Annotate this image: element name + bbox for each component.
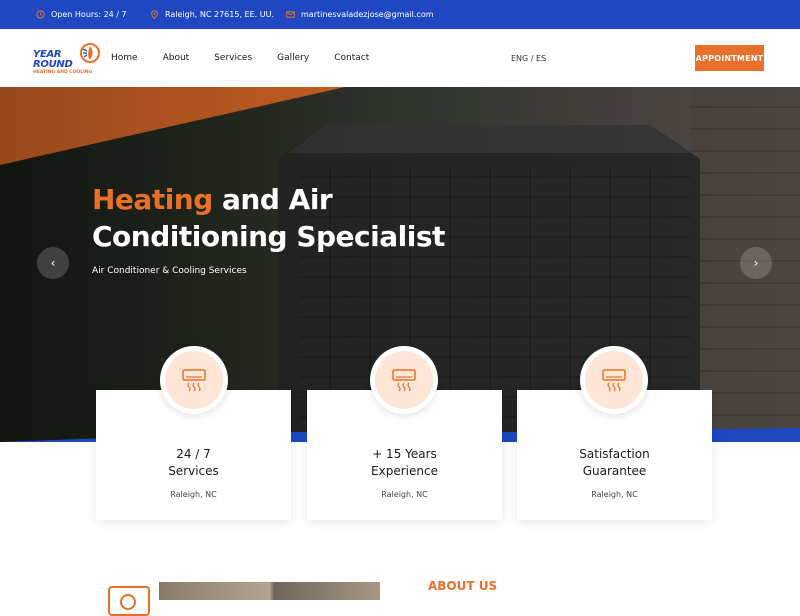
air-conditioner-icon: [182, 369, 206, 392]
slider-prev-button[interactable]: ‹: [37, 247, 69, 279]
air-conditioner-icon: [392, 369, 416, 392]
language-switcher[interactable]: ENG / ES: [511, 29, 546, 87]
feature-title-line1: + 15 Years: [372, 447, 437, 461]
logo[interactable]: YEAR ROUND HEATING AND COOLING: [33, 40, 105, 76]
feature-badge: [370, 346, 438, 414]
feature-title: 24 / 7 Services: [96, 446, 291, 480]
logo-text-round: ROUND: [33, 59, 73, 70]
hero-title-accent: Heating: [92, 183, 213, 216]
feature-location: Raleigh, NC: [381, 490, 428, 499]
nav-about[interactable]: About: [163, 53, 190, 63]
logo-flame-snowflake-icon: [80, 43, 100, 63]
feature-title-line1: 24 / 7: [176, 447, 211, 461]
logo-tagline: HEATING AND COOLING: [33, 70, 93, 75]
address-text: Raleigh, NC 27615, EE. UU.: [165, 10, 274, 19]
thermostat-icon: [108, 586, 150, 616]
feature-title: + 15 Years Experience: [307, 446, 502, 480]
open-hours: Open Hours: 24 / 7: [36, 0, 127, 29]
email-link[interactable]: martinesvaladezjose@gmail.com: [286, 0, 434, 29]
feature-title-line2: Experience: [371, 464, 438, 478]
map-pin-icon: [151, 10, 158, 19]
feature-title: Satisfaction Guarantee: [517, 446, 712, 480]
chevron-right-icon: ›: [753, 256, 759, 270]
hero-title-line2: Conditioning Specialist: [92, 220, 445, 253]
feature-title-line1: Satisfaction: [579, 447, 650, 461]
feature-title-line2: Services: [168, 464, 219, 478]
feature-location: Raleigh, NC: [591, 490, 638, 499]
feature-location: Raleigh, NC: [170, 490, 217, 499]
nav-home[interactable]: Home: [111, 53, 138, 63]
nav-contact[interactable]: Contact: [334, 53, 369, 63]
open-hours-text: Open Hours: 24 / 7: [51, 10, 127, 19]
top-info-bar: Open Hours: 24 / 7 Raleigh, NC 27615, EE…: [0, 0, 800, 29]
about-heading: ABOUT US: [428, 579, 498, 593]
hero-title-rest: and Air: [212, 183, 333, 216]
site-header: YEAR ROUND HEATING AND COOLING Home Abou…: [0, 29, 800, 87]
hero-title: Heating and Air Conditioning Specialist: [92, 181, 512, 255]
air-conditioner-icon: [602, 369, 626, 392]
feature-badge: [160, 346, 228, 414]
about-image: [159, 582, 380, 600]
nav-services[interactable]: Services: [214, 53, 252, 63]
clock-icon: [36, 10, 45, 19]
feature-badge: [580, 346, 648, 414]
hero-subtitle: Air Conditioner & Cooling Services: [92, 266, 247, 276]
envelope-icon: [286, 11, 295, 18]
nav-gallery[interactable]: Gallery: [277, 53, 309, 63]
chevron-left-icon: ‹: [50, 256, 56, 270]
main-nav: Home About Services Gallery Contact: [111, 29, 394, 87]
appointment-button[interactable]: APPOINTMENT: [695, 45, 764, 71]
email-text[interactable]: martinesvaladezjose@gmail.com: [301, 10, 434, 19]
feature-title-line2: Guarantee: [582, 464, 647, 478]
slider-next-button[interactable]: ›: [740, 247, 772, 279]
address: Raleigh, NC 27615, EE. UU.: [150, 0, 274, 29]
